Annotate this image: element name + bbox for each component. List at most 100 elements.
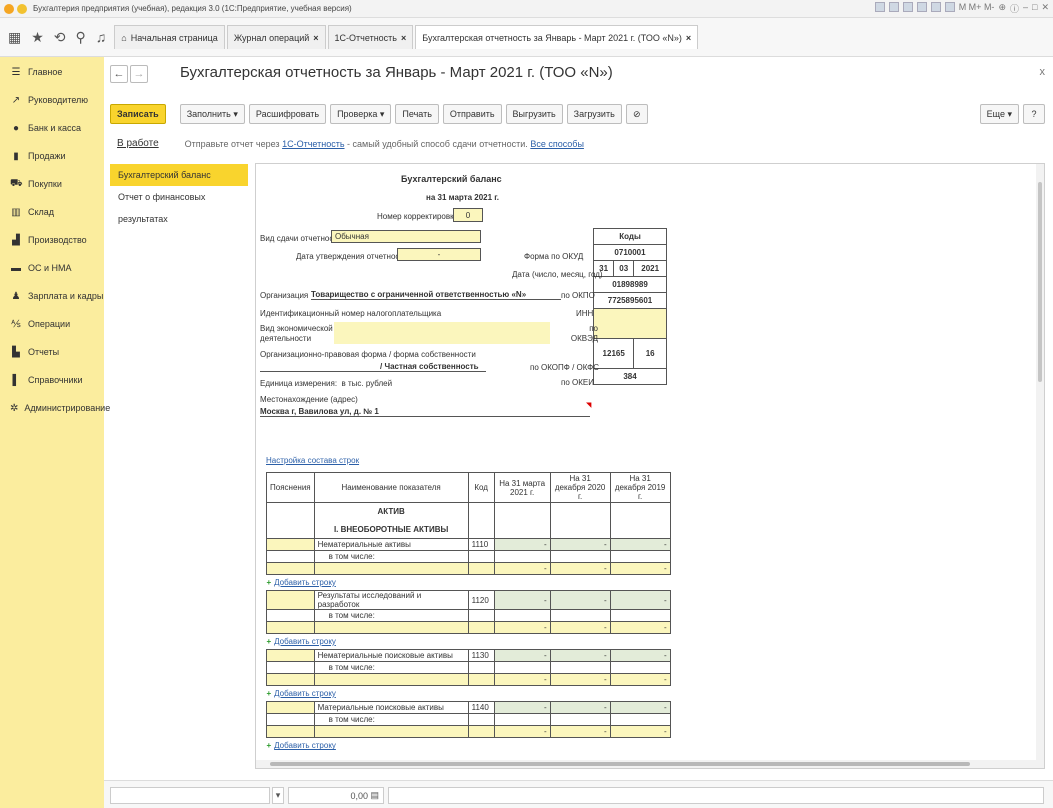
codes-table: Коды 0710001 31 03 2021 01898989 772589560… [592,228,667,385]
table-row: в том числе: [266,609,671,622]
truck-icon: ▬ [11,262,21,274]
window-close-icon[interactable]: ✕ [1041,2,1049,15]
attachment-clip-icon[interactable]: ⊘ [625,104,648,124]
apps-grid-icon[interactable]: ▦ [8,29,21,46]
scroll-thumb[interactable] [270,762,970,766]
rows-settings-link[interactable]: Настройка состава строк [266,456,359,465]
tab-1c-reporting[interactable]: 1С-Отчетность × [327,25,414,49]
memory-buttons[interactable]: M M+ M- [959,2,995,15]
sidebar-item-warehouse[interactable]: ▥ Склад [0,198,104,226]
bottom-bar: ▾ 0,00 ▤ [104,780,1053,808]
activity-field[interactable] [334,322,550,344]
more-button[interactable]: Еще ▾ [979,104,1019,124]
history-icon[interactable]: ⟲ [54,29,66,46]
minimize-icon[interactable]: – [1023,2,1028,15]
sidebar-item-reports[interactable]: ▙ Отчеты [0,338,104,366]
tab-accounting-report[interactable]: Бухгалтерская отчетность за Январь - Мар… [415,25,699,49]
cell-value-field[interactable] [388,787,1044,804]
maximize-icon[interactable]: □ [1032,2,1037,15]
app-menu-icon[interactable] [17,3,27,14]
sum-field[interactable]: 0,00 ▤ [288,787,384,804]
date-year: 2021 [633,260,667,277]
info-icon[interactable]: ⓘ [1010,2,1019,15]
sidebar-item-operations[interactable]: ⅍ Операции [0,310,104,338]
tab-close-icon[interactable]: × [401,33,406,43]
table-row: Нематериальные активы 1110- - - [266,538,671,551]
scroll-thumb[interactable] [1038,182,1042,382]
activity-label: Вид экономической деятельности [260,324,333,343]
dropdown-arrow-icon[interactable]: ▾ [272,787,284,804]
sidebar-item-salary[interactable]: ♟ Зарплата и кадры [0,282,104,310]
calculator-icon[interactable] [944,2,955,12]
okved-label: по ОКВЭД [570,324,598,343]
add-row-link[interactable]: Добавить строку [274,689,336,698]
export-button[interactable]: Выгрузить [505,104,563,124]
sidebar-item-references[interactable]: ▌ Справочники [0,366,104,394]
report-date: на 31 марта 2021 г. [426,193,500,202]
print-icon[interactable] [874,2,885,12]
cell-address-field[interactable] [110,787,270,804]
okei-label: по ОКЕИ [561,378,594,387]
okved-field[interactable] [593,308,667,339]
page-title: Бухгалтерская отчетность за Январь - Мар… [180,64,613,81]
search-icon[interactable]: ⚲ [76,29,86,46]
close-document-icon[interactable]: x [1040,66,1046,78]
forward-arrow-icon[interactable]: → [130,65,148,83]
book-icon: ▌ [12,374,20,386]
sidebar-item-fixed-assets[interactable]: ▬ ОС и НМА [0,254,104,282]
sidebar-item-bank[interactable]: ● Банк и касса [0,114,104,142]
approval-field[interactable]: - [397,248,481,261]
check-button[interactable]: Проверка ▾ [330,104,392,124]
sidebar-item-production[interactable]: ▟ Производство [0,226,104,254]
favorites-star-icon[interactable]: ★ [31,29,44,46]
save-button[interactable]: Записать [110,104,166,124]
location-label: Местонахождение (адрес) [260,395,358,404]
add-icon: + [266,741,272,751]
form-item-balance[interactable]: Бухгалтерский баланс [110,164,248,186]
calendar-icon[interactable] [930,2,941,12]
tab-home[interactable]: ⌂ Начальная страница [114,25,225,49]
table-row: в том числе: [266,550,671,563]
sidebar-item-admin[interactable]: ✲ Администрирование [0,394,110,422]
decode-button[interactable]: Расшифровать [248,104,327,124]
print-button[interactable]: Печать [395,104,439,124]
date-month: 03 [613,260,635,277]
bell-icon[interactable]: ♫ [96,29,107,45]
tab-close-icon[interactable]: × [313,33,318,43]
zoom-icon[interactable]: ⊕ [998,2,1006,15]
preview-icon[interactable] [888,2,899,12]
table-row: --- [266,725,671,738]
warehouse-icon: ▥ [11,206,21,218]
add-row-link[interactable]: Добавить строку [274,741,336,750]
sidebar-item-main[interactable]: ☰ Главное [0,58,104,86]
navigation-buttons: ← → [110,65,148,83]
inn-label: ИНН [576,309,594,318]
correction-field[interactable]: 0 [453,208,483,222]
send-button[interactable]: Отправить [442,104,502,124]
sidebar-item-sales[interactable]: ▮ Продажи [0,142,104,170]
form-item-financial-results[interactable]: Отчет о финансовых результатах [110,186,248,224]
help-button[interactable]: ? [1023,104,1045,124]
table-row: в том числе: [266,661,671,674]
search-icon[interactable] [902,2,913,12]
import-button[interactable]: Загрузить [566,104,622,124]
sidebar-item-manager[interactable]: ↗ Руководителю [0,86,104,114]
tab-operations-journal[interactable]: Журнал операций × [226,25,326,49]
all-methods-link[interactable]: Все способы [530,139,584,149]
back-arrow-icon[interactable]: ← [110,65,128,83]
1c-reporting-link[interactable]: 1С-Отчетность [282,139,344,149]
add-row-link[interactable]: Добавить строку [274,637,336,646]
submission-field[interactable]: Обычная [331,230,481,243]
sidebar-item-purchases[interactable]: ⛟ Покупки [0,170,104,198]
add-icon: + [266,637,272,646]
coins-icon: ● [12,122,20,134]
tab-close-icon[interactable]: × [686,33,691,43]
status-badge[interactable]: В работе [117,138,159,149]
okopf-label: по ОКОПФ / ОКФС [530,363,599,372]
window-title-bar: Бухгалтерия предприятия (учебная), редак… [0,0,1053,18]
add-row-link[interactable]: Добавить строку [274,578,336,587]
vertical-scrollbar[interactable] [1036,164,1044,768]
fill-button[interactable]: Заполнить ▾ [179,104,245,124]
email-icon[interactable] [916,2,927,12]
horizontal-scrollbar[interactable] [256,760,1044,768]
